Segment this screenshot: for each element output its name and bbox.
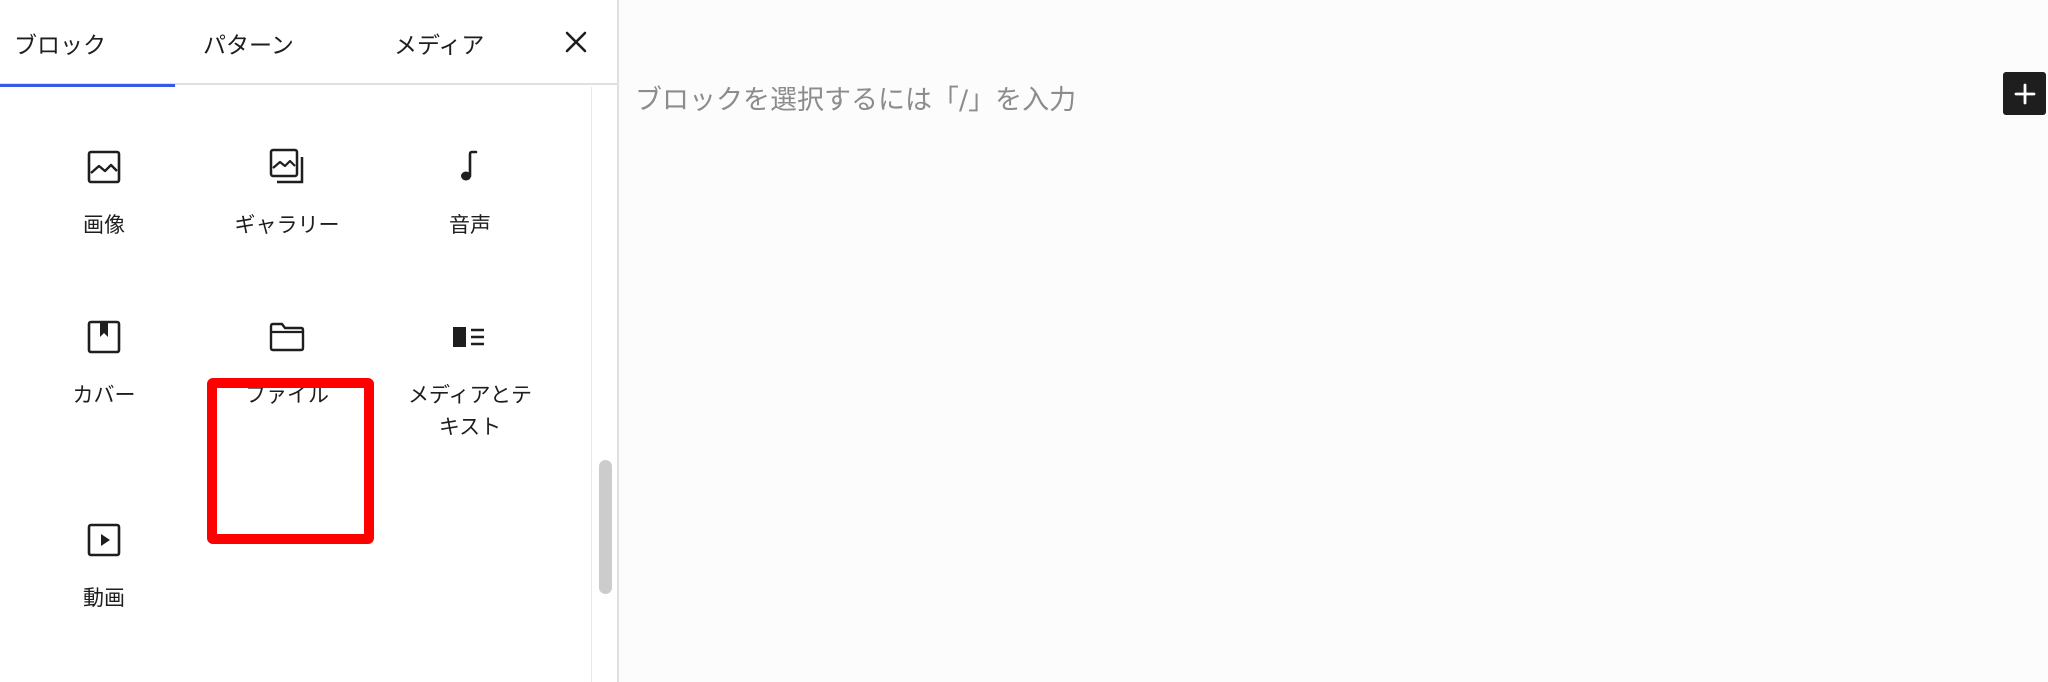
gallery-icon bbox=[267, 147, 307, 187]
block-item-video[interactable]: 動画 bbox=[20, 520, 188, 614]
tab-patterns[interactable]: パターン bbox=[203, 0, 294, 85]
block-label: 動画 bbox=[83, 586, 125, 610]
tab-patterns-label: パターン bbox=[203, 32, 294, 59]
block-item-image[interactable]: 画像 bbox=[20, 147, 188, 241]
scrollbar-track[interactable] bbox=[591, 87, 617, 682]
block-label: 音声 bbox=[449, 213, 491, 237]
block-item-media-text[interactable]: メディアとテキスト bbox=[386, 317, 554, 443]
tab-blocks[interactable]: ブロック bbox=[0, 0, 175, 87]
plus-icon bbox=[2014, 83, 2035, 104]
media-text-icon bbox=[450, 317, 490, 357]
inserter-tabs: ブロック パターン メディア bbox=[0, 0, 617, 87]
tab-media[interactable]: メディア bbox=[394, 0, 484, 85]
video-icon bbox=[84, 520, 124, 560]
block-label: メディアとテキスト bbox=[407, 383, 533, 439]
scrollbar-thumb[interactable] bbox=[599, 460, 612, 594]
block-label: カバー bbox=[72, 383, 136, 407]
tab-media-label: メディア bbox=[394, 32, 485, 59]
block-item-gallery[interactable]: ギャラリー bbox=[203, 147, 371, 241]
block-list: 画像 ギャラリー 音声 カバー ファイル メディアとテキスト 動画 bbox=[0, 87, 591, 682]
block-placeholder[interactable]: ブロックを選択するには「/」を入力 bbox=[635, 78, 1076, 117]
block-label: ギャラリー bbox=[234, 213, 340, 237]
audio-icon bbox=[450, 147, 490, 187]
close-button[interactable] bbox=[556, 22, 596, 62]
close-icon bbox=[565, 31, 587, 53]
highlight-annotation bbox=[207, 378, 374, 544]
add-block-button[interactable] bbox=[2003, 72, 2046, 115]
editor-canvas: ブロックを選択するには「/」を入力 bbox=[619, 0, 2048, 682]
block-item-audio[interactable]: 音声 bbox=[386, 147, 554, 241]
block-item-cover[interactable]: カバー bbox=[20, 317, 188, 411]
tab-blocks-label: ブロック bbox=[14, 32, 106, 59]
block-editor: ブロック パターン メディア 画像 ギャラリー 音声 カバー ファイル メディア… bbox=[0, 0, 2048, 682]
block-label: 画像 bbox=[83, 213, 125, 237]
block-inserter-panel: ブロック パターン メディア 画像 ギャラリー 音声 カバー ファイル メディア… bbox=[0, 0, 619, 682]
image-icon bbox=[84, 147, 124, 187]
folder-icon bbox=[267, 317, 307, 357]
cover-icon bbox=[84, 317, 124, 357]
